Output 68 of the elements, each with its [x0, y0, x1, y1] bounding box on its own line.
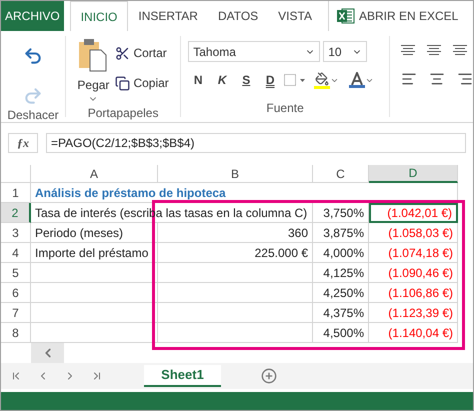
align-right-icon[interactable]	[456, 71, 473, 87]
font-style-button[interactable]: K	[212, 71, 232, 89]
table-cell: (1.058,03 €)	[369, 223, 458, 243]
row-header[interactable]: 7	[1, 303, 31, 323]
active-cell[interactable]: (1.042,01 €)	[369, 203, 458, 223]
font-color-icon[interactable]	[349, 72, 374, 88]
table-cell: (1.140,04 €)	[369, 323, 458, 343]
undo-icon[interactable]	[23, 46, 43, 66]
last-sheet-icon[interactable]	[91, 370, 103, 382]
table-cell: 4,125%	[313, 263, 369, 283]
font-name-dropdown[interactable]: Tahoma	[188, 41, 320, 62]
row-header[interactable]: 8	[1, 323, 31, 343]
row-header[interactable]: 2	[1, 203, 31, 223]
table-cell: 3,750%	[313, 203, 369, 223]
align-left-icon[interactable]	[400, 71, 417, 87]
table-cell: Análisis de préstamo de hipoteca	[31, 183, 458, 203]
cut-button[interactable]: Cortar	[115, 44, 169, 62]
borders-icon[interactable]	[284, 74, 306, 86]
copy-button[interactable]: Copiar	[115, 74, 169, 92]
table-cell: 4,500%	[313, 323, 369, 343]
ribbon-tab[interactable]: DATOS	[208, 1, 268, 31]
spreadsheet-logo-icon	[336, 8, 355, 24]
scissors-icon	[115, 46, 130, 60]
first-sheet-icon[interactable]	[10, 370, 22, 382]
table-cell: Importe del préstamo	[31, 243, 158, 263]
table-cell: 4,000%	[313, 243, 369, 263]
open-in-excel-button[interactable]: ABRIR EN EXCEL	[328, 1, 460, 31]
table-cell: 4,250%	[313, 283, 369, 303]
row-header[interactable]: 4	[1, 243, 31, 263]
column-header[interactable]: D	[369, 165, 458, 183]
font-style-button[interactable]: N	[188, 71, 208, 89]
align-middle-icon[interactable]	[426, 45, 441, 55]
font-size-dropdown[interactable]: 10	[323, 41, 368, 62]
row-header[interactable]: 5	[1, 263, 31, 283]
function-button[interactable]: ƒx	[8, 133, 38, 153]
font-style-button[interactable]: S	[236, 71, 256, 89]
table-cell: 3,875%	[313, 223, 369, 243]
formula-field[interactable]: =PAGO(C2/12;$B$3;$B$4)	[46, 133, 466, 153]
row-header[interactable]: 3	[1, 223, 31, 243]
group-label: Deshacer	[7, 107, 59, 124]
align-bottom-icon[interactable]	[452, 45, 467, 55]
group-label: Portapapeles	[88, 105, 158, 122]
table-cell: 225.000 €	[158, 243, 313, 263]
file-tab[interactable]: ARCHIVO	[1, 1, 64, 31]
scroll-left-button[interactable]	[31, 343, 64, 363]
align-center-icon[interactable]	[428, 71, 445, 87]
add-sheet-icon[interactable]	[261, 368, 277, 384]
row-header[interactable]: 6	[1, 283, 31, 303]
group-label: Fuente	[266, 100, 304, 117]
font-style-button[interactable]: D	[260, 71, 280, 89]
table-cell: (1.090,46 €)	[369, 263, 458, 283]
table-cell: (1.106,86 €)	[369, 283, 458, 303]
paste-button[interactable]: Pegar	[77, 38, 110, 104]
ribbon-tab[interactable]: INSERTAR	[128, 1, 208, 31]
table-cell: (1.074,18 €)	[369, 243, 458, 263]
table-cell: 4,375%	[313, 303, 369, 323]
copy-icon	[115, 76, 130, 90]
align-top-icon[interactable]	[400, 45, 415, 55]
fill-color-icon[interactable]	[314, 72, 340, 88]
sheet-tab[interactable]: Sheet1	[144, 365, 221, 387]
table-cell: Periodo (meses)	[31, 223, 158, 243]
column-header[interactable]: A	[31, 165, 158, 183]
table-cell: (1.123,39 €)	[369, 303, 458, 323]
ribbon-tab[interactable]: VISTA	[268, 1, 322, 31]
column-header[interactable]: B	[158, 165, 313, 183]
clipboard-icon	[78, 38, 108, 72]
table-cell: 360	[158, 223, 313, 243]
ribbon-tab[interactable]: INICIO	[70, 1, 128, 31]
